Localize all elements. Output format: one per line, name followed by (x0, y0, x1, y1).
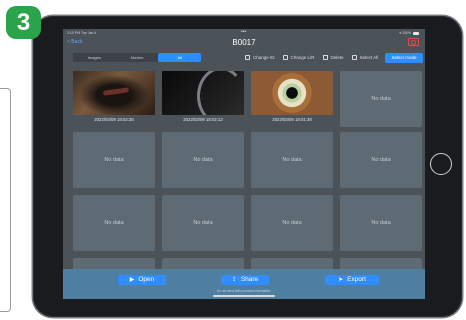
adjacent-panel-edge (0, 88, 11, 312)
bottom-action-bar: ▶ Open ⇪ Share ➤ Export Do not send with pe… (63, 269, 425, 299)
edit-icon (245, 55, 250, 60)
segment-images[interactable]: Images (73, 53, 116, 62)
status-time: 2:10 PM Tue Jan 4 (67, 31, 97, 35)
media-timestamp: 2022/03/09 18:02:35 (94, 117, 134, 122)
media-thumbnail[interactable] (162, 71, 244, 115)
step-badge: 3 (6, 6, 41, 39)
app-screen: 2:10 PM Tue Jan 4 ••• ▾ 100% < Back B001… (63, 29, 425, 299)
segment-movies[interactable]: Movies (116, 53, 159, 62)
home-indicator (213, 295, 275, 297)
media-timestamp: 2022/03/09 18:01:38 (272, 117, 312, 122)
navigation-bar: < Back B0017 (63, 37, 425, 49)
empty-slot: No data (162, 195, 244, 251)
battery-icon (413, 31, 419, 35)
status-bar: 2:10 PM Tue Jan 4 ••• ▾ 100% (63, 29, 425, 37)
segment-all[interactable]: All (158, 53, 202, 62)
checklist-icon (351, 55, 357, 60)
empty-slot: No data (340, 71, 422, 127)
privacy-note: Do not send with personal information. (216, 289, 272, 293)
send-icon: ➤ (338, 277, 344, 283)
toolbar: Images Movies All Change ID Change L/R D… (63, 52, 425, 64)
delete-button[interactable]: Delete (322, 55, 344, 60)
play-icon: ▶ (129, 277, 135, 283)
empty-slot: No data (73, 132, 155, 188)
trash-icon (322, 55, 328, 60)
empty-slot: No data (73, 195, 155, 251)
media-filter-segmented-control[interactable]: Images Movies All (73, 53, 202, 62)
select-mode-button[interactable]: Select mode (385, 53, 423, 63)
export-button[interactable]: ➤ Export (325, 275, 379, 285)
camera-icon[interactable] (408, 38, 419, 46)
home-button[interactable] (430, 153, 452, 175)
media-grid: 2022/03/09 18:02:35 2022/03/09 18:02:12 … (73, 71, 425, 299)
media-thumbnail[interactable] (251, 71, 333, 115)
select-all-button[interactable]: Select All (351, 55, 378, 60)
share-button[interactable]: ⇪ Share (221, 275, 269, 285)
empty-slot: No data (340, 195, 422, 251)
page-title: B0017 (232, 38, 256, 47)
status-dots: ••• (241, 29, 247, 35)
swap-icon (282, 55, 288, 60)
empty-slot: No data (251, 132, 333, 188)
open-button[interactable]: ▶ Open (118, 275, 166, 285)
tool-actions: Change ID Change L/R Delete Select All (245, 53, 386, 62)
media-thumbnail[interactable] (73, 71, 155, 115)
status-indicators: ▾ 100% (399, 31, 419, 35)
media-timestamp: 2022/03/09 18:02:12 (183, 117, 223, 122)
empty-slot: No data (251, 195, 333, 251)
share-icon: ⇪ (231, 277, 237, 283)
empty-slot: No data (340, 132, 422, 188)
empty-slot: No data (162, 132, 244, 188)
change-id-button[interactable]: Change ID (245, 55, 275, 60)
change-lr-button[interactable]: Change L/R (282, 55, 315, 60)
